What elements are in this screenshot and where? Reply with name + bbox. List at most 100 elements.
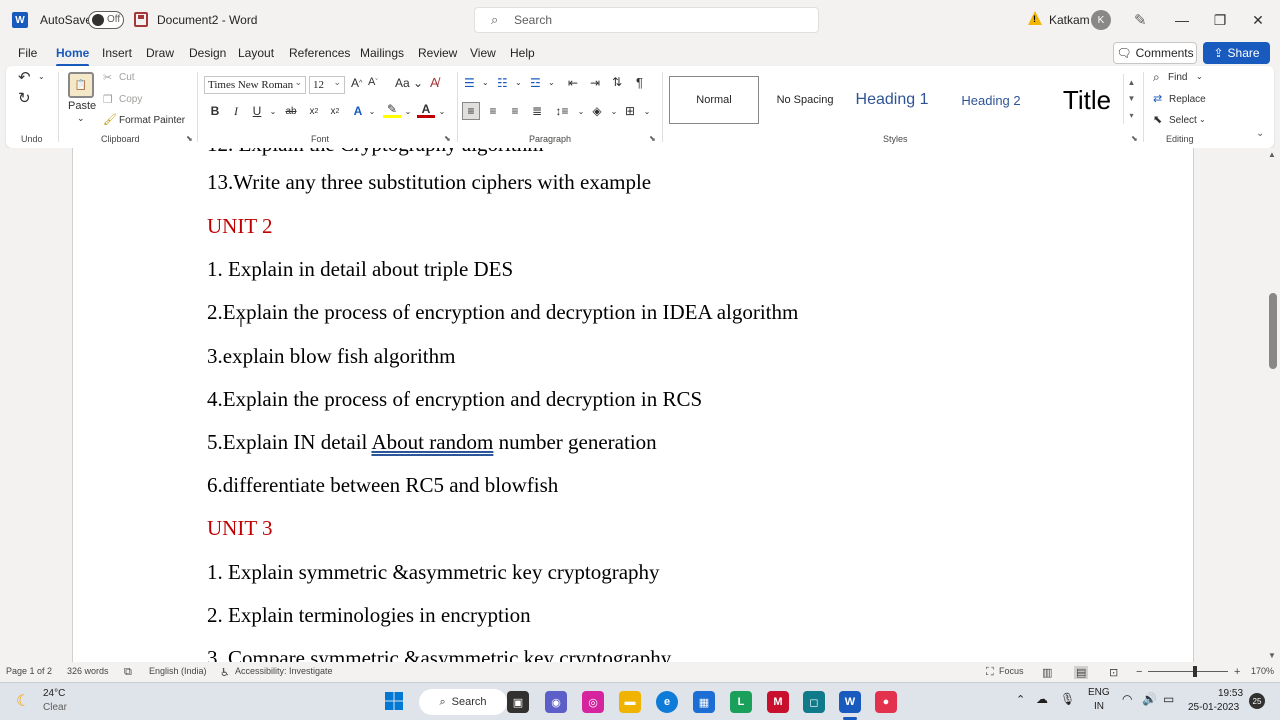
style-heading-1[interactable]: Heading 1 [851,76,933,124]
unit-heading[interactable]: UNIT 3 [207,515,273,541]
windows-start-icon[interactable] [383,690,405,712]
page-count[interactable]: Page 1 of 2 [6,666,52,676]
bold-icon[interactable]: B [206,102,224,120]
accessibility-status[interactable]: Accessibility: Investigate [235,666,333,676]
doc-line[interactable]: 6.differentiate between RC5 and blowfish [207,472,558,498]
align-left-icon[interactable]: ≡ [462,102,480,120]
text-effects-dropdown-icon[interactable]: ⌄ [363,102,381,120]
bullets-dropdown-icon[interactable]: ⌄ [482,78,489,87]
redo-icon[interactable]: ↻ [18,89,31,107]
task-view-icon[interactable]: ▣ [507,691,529,713]
underline-dropdown-icon[interactable]: ⌄ [264,102,282,120]
taskbar-search[interactable]: ⌕ Search [419,689,507,715]
microphone-icon[interactable]: 🎙 [1060,692,1075,706]
scrollbar-thumb[interactable] [1269,293,1277,369]
proofing-underlined-text[interactable]: About random [371,430,493,454]
edge-icon[interactable]: e [656,691,678,713]
show-formatting-icon[interactable]: ¶ [636,75,643,90]
tab-insert[interactable]: Insert [102,46,132,60]
weather-temp[interactable]: 24°C [43,688,65,699]
maximize-button[interactable]: ❐ [1208,8,1232,32]
doc-line[interactable]: 4.Explain the process of encryption and … [207,386,702,412]
word-taskbar-icon[interactable]: W [839,691,861,713]
teams-chat-icon[interactable]: ◉ [545,691,567,713]
tab-file[interactable]: File [18,46,37,60]
paste-icon[interactable]: 📋 [68,72,94,98]
tab-draw[interactable]: Draw [146,46,174,60]
decrease-indent-icon[interactable]: ⇤ [568,76,578,90]
scroll-down-icon[interactable]: ▼ [1268,651,1276,660]
search-input[interactable]: ⌕ Search [474,7,819,33]
instagram-icon[interactable]: ◎ [582,691,604,713]
grow-font-icon[interactable]: A ^ [351,76,362,90]
select-dropdown-icon[interactable]: ⌄ [1199,115,1206,124]
subscript-icon[interactable]: x2 [305,102,323,120]
close-button[interactable]: ✕ [1246,8,1270,32]
shrink-font-icon[interactable]: Aˇ [368,76,378,88]
multilevel-dropdown-icon[interactable]: ⌄ [548,78,555,87]
borders-dropdown-icon[interactable]: ⌄ [638,102,656,120]
tab-help[interactable]: Help [510,46,535,60]
doc-line[interactable]: 2. Explain terminologies in encryption [207,602,531,628]
doc-line[interactable]: 1. Explain in detail about triple DES [207,256,513,282]
doc-line[interactable]: 1. Explain symmetric &asymmetric key cry… [207,559,660,585]
line-spacing-icon[interactable]: ↕≡ [553,102,571,120]
warning-icon[interactable] [1028,11,1042,25]
vertical-scrollbar[interactable]: ▲ ▼ [1266,148,1280,662]
zoom-level[interactable]: 170% [1251,666,1274,676]
doc-line[interactable]: 2.Explain the process of encryption and … [207,299,798,325]
clock-date[interactable]: 25-01-2023 [1188,702,1239,713]
tab-review[interactable]: Review [418,46,457,60]
sort-icon[interactable]: ⇅ [612,75,622,89]
shading-icon[interactable]: ◈ [588,102,606,120]
wifi-icon[interactable]: ◠ [1122,692,1132,706]
language-status[interactable]: English (India) [149,666,207,676]
focus-button[interactable]: Focus [999,666,1024,676]
linkedin-learning-icon[interactable]: L [730,691,752,713]
collapse-ribbon-icon[interactable]: ⌄ [1256,128,1264,139]
paste-dropdown-icon[interactable]: ⌄ [77,113,85,124]
chevron-up-icon[interactable]: ▲ [1128,78,1136,87]
comments-button[interactable]: 🗨 Comments [1113,42,1197,64]
mcafee-icon[interactable]: M [767,691,789,713]
superscript-icon[interactable]: x2 [326,102,344,120]
copy-button[interactable]: Copy [119,94,142,105]
more-styles-icon[interactable]: ▾ [1129,111,1133,120]
select-button[interactable]: Select [1169,115,1197,126]
notification-badge[interactable]: 25 [1249,693,1265,709]
zoom-slider[interactable] [1148,671,1228,672]
read-mode-icon[interactable]: ▥ [1042,666,1052,679]
styles-launcher-icon[interactable]: ⬊ [1131,134,1138,143]
share-button[interactable]: ⇪ Share [1203,42,1270,64]
doc-line[interactable]: 5.Explain IN detail About random number … [207,429,657,455]
align-center-icon[interactable]: ≡ [484,102,502,120]
minimize-button[interactable]: — [1170,8,1194,32]
tab-design[interactable]: Design [189,46,226,60]
undo-dropdown-icon[interactable]: ⌄ [38,72,45,81]
document-page[interactable]: 12. Explain the Cryptography algorithm 1… [72,148,1194,662]
battery-icon[interactable]: ▭ [1163,692,1174,706]
chevron-up-icon[interactable]: ⌃ [1016,693,1025,706]
autosave-toggle[interactable]: Off [88,11,124,29]
recorder-icon[interactable]: ● [875,691,897,713]
justify-icon[interactable]: ≣ [528,102,546,120]
style-title[interactable]: Title [1047,76,1127,124]
avatar[interactable]: K [1091,10,1111,30]
align-right-icon[interactable]: ≡ [506,102,524,120]
undo-icon[interactable]: ↶ [18,68,31,86]
web-layout-icon[interactable]: ⊡ [1109,666,1118,679]
find-dropdown-icon[interactable]: ⌄ [1196,72,1203,81]
zoom-in-icon[interactable]: + [1234,666,1240,678]
zoom-slider-thumb[interactable] [1193,666,1197,677]
style-normal[interactable]: Normal [669,76,759,124]
volume-icon[interactable]: 🔊 [1142,692,1157,706]
change-case-icon[interactable]: Aa ⌄ [395,76,423,90]
replace-button[interactable]: Replace [1169,94,1206,105]
multilevel-list-icon[interactable]: ☲ [530,76,541,90]
word-count[interactable]: 326 words [67,666,109,676]
unit-heading[interactable]: UNIT 2 [207,213,273,239]
tab-mailings[interactable]: Mailings [360,46,404,60]
clock-time[interactable]: 19:53 [1218,688,1243,699]
borders-icon[interactable]: ⊞ [621,102,639,120]
strikethrough-icon[interactable]: ab [282,102,300,120]
